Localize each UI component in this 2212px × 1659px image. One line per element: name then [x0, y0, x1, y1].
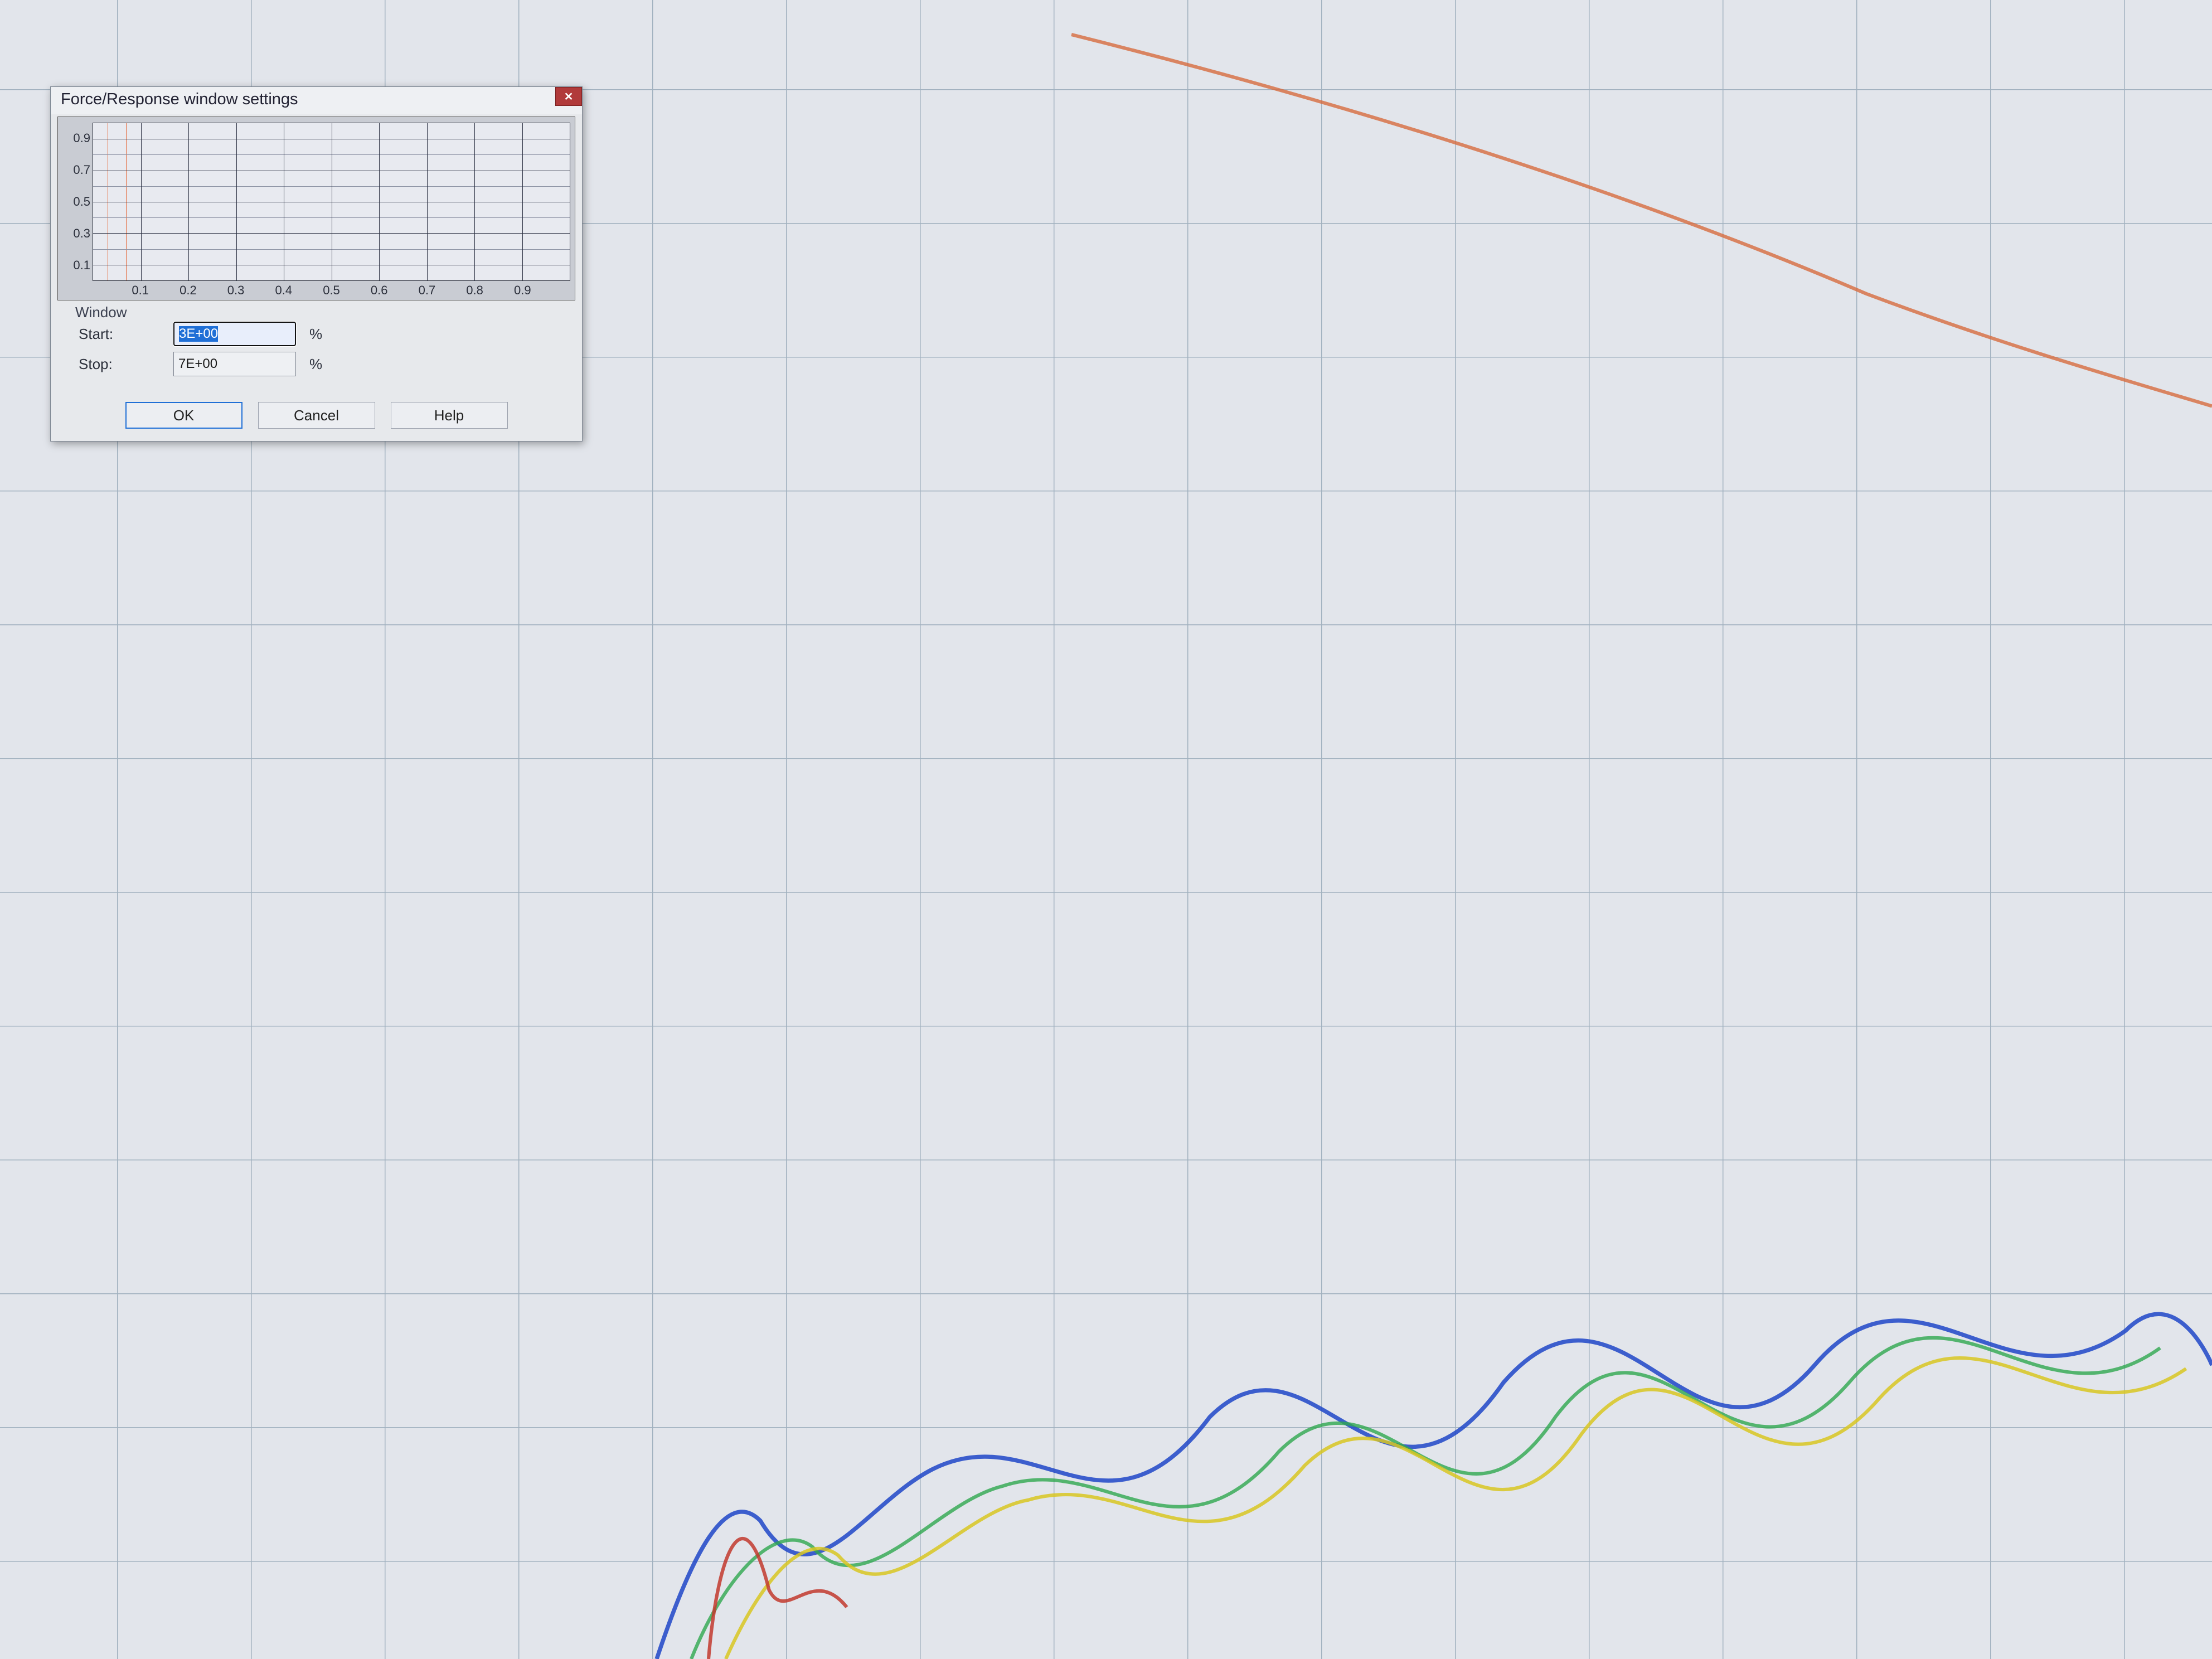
start-unit: %: [309, 326, 322, 343]
x-tick-label: 0.2: [180, 283, 197, 298]
y-tick-label: 0.3: [65, 226, 90, 241]
x-tick-label: 0.4: [275, 283, 293, 298]
x-tick-label: 0.7: [419, 283, 436, 298]
stop-row: Stop: %: [79, 352, 563, 376]
preview-chart: 0.1 0.3 0.5 0.7 0.9 0.1 0.2 0.3 0.4 0.5 0.6 0.7 0.8 0…: [57, 117, 575, 300]
close-icon: ✕: [564, 90, 574, 104]
x-tick-label: 0.5: [323, 283, 340, 298]
close-button[interactable]: ✕: [555, 87, 582, 106]
x-tick-label: 0.9: [514, 283, 531, 298]
chart-plot-area[interactable]: [93, 123, 570, 281]
start-row: Start: %: [79, 322, 563, 346]
window-group: Window Start: % Stop: %: [70, 306, 569, 391]
x-tick-label: 0.8: [466, 283, 483, 298]
help-button[interactable]: Help: [391, 402, 508, 429]
titlebar[interactable]: Force/Response window settings ✕: [51, 87, 582, 114]
window-group-label: Window: [72, 304, 130, 321]
stop-unit: %: [309, 356, 322, 373]
x-tick-label: 0.3: [227, 283, 245, 298]
start-label: Start:: [79, 326, 173, 343]
x-tick-label: 0.6: [371, 283, 388, 298]
y-tick-label: 0.7: [65, 163, 90, 177]
cancel-button[interactable]: Cancel: [258, 402, 375, 429]
stop-label: Stop:: [79, 356, 173, 373]
stop-input[interactable]: [173, 352, 296, 376]
y-tick-label: 0.5: [65, 195, 90, 209]
dialog-buttons: OK Cancel Help: [51, 397, 582, 441]
y-tick-label: 0.9: [65, 131, 90, 145]
dialog-title: Force/Response window settings: [61, 90, 298, 109]
ok-button[interactable]: OK: [125, 402, 242, 429]
x-tick-label: 0.1: [132, 283, 149, 298]
y-tick-label: 0.1: [65, 258, 90, 273]
force-response-settings-dialog: Force/Response window settings ✕ 0.10.30…: [50, 86, 583, 442]
start-input[interactable]: [173, 322, 296, 346]
